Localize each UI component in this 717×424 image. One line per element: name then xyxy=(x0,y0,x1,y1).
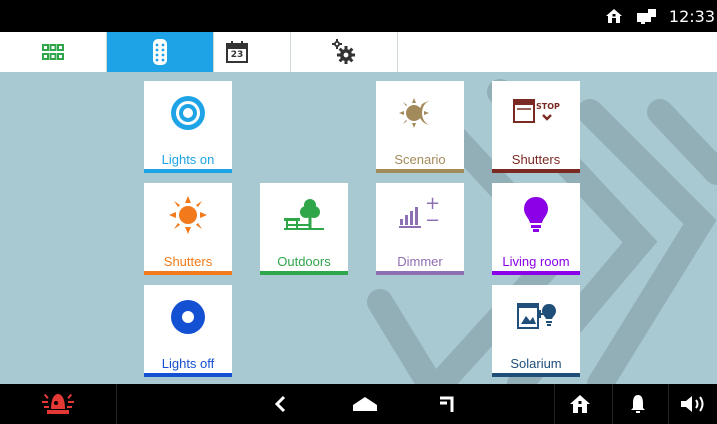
day-night-icon xyxy=(399,98,431,128)
tile-shutters-sun[interactable]: Shutters xyxy=(144,183,232,275)
tile-underline xyxy=(144,169,232,173)
tile-icon-wrap xyxy=(492,291,580,343)
calendar-day: 23 xyxy=(230,50,244,60)
tile-icon-wrap xyxy=(260,189,348,241)
house-icon xyxy=(570,395,590,413)
tile-underline xyxy=(376,271,464,275)
bulb-icon xyxy=(524,197,548,232)
tile-shutters-stop[interactable]: STOP Shutters xyxy=(492,81,580,173)
volume-icon xyxy=(681,396,704,412)
tab-apps[interactable] xyxy=(0,32,107,72)
back-button[interactable] xyxy=(260,384,300,424)
alarm-button[interactable] xyxy=(0,384,116,424)
tile-label: Solarium xyxy=(510,356,562,371)
tile-lights-off[interactable]: Lights off xyxy=(144,285,232,377)
tile-scenario[interactable]: Scenario xyxy=(376,81,464,173)
back-icon xyxy=(274,395,286,413)
tile-icon-wrap xyxy=(144,291,232,343)
volume-button[interactable] xyxy=(669,384,717,424)
tile-underline xyxy=(492,169,580,173)
recent-icon xyxy=(440,396,454,412)
status-bar: 12:33 xyxy=(0,0,717,32)
tile-icon-wrap xyxy=(144,87,232,139)
house-button[interactable] xyxy=(555,384,605,424)
tile-label: Dimmer xyxy=(397,254,443,269)
tile-underline xyxy=(260,271,348,275)
tile-icon-wrap: + − xyxy=(376,189,464,241)
notification-icon xyxy=(636,9,656,24)
solarium-icon xyxy=(517,303,556,329)
alarm-icon xyxy=(42,393,74,414)
grid-icon xyxy=(42,44,64,60)
tile-icon-wrap: STOP xyxy=(492,87,580,139)
tile-label: Shutters xyxy=(511,152,561,167)
recent-button[interactable] xyxy=(428,384,468,424)
tree-bench-icon xyxy=(284,199,324,230)
status-time: 12:33 xyxy=(668,6,715,26)
tile-label: Scenario xyxy=(394,152,446,167)
bottom-nav-bar xyxy=(0,384,717,424)
tile-label: Living room xyxy=(502,254,570,269)
tile-solarium[interactable]: Solarium xyxy=(492,285,580,377)
calendar-icon: 23 xyxy=(225,40,249,64)
dimmer-icon: + − xyxy=(397,193,443,233)
bell-icon xyxy=(631,395,645,413)
tile-outdoors[interactable]: Outdoors xyxy=(260,183,348,275)
tile-label: Outdoors xyxy=(277,254,331,269)
remote-control-panel: Lights on Scenario STOP Shutters Shutter… xyxy=(0,72,717,384)
tile-underline xyxy=(144,271,232,275)
tab-bar: 23 xyxy=(0,32,717,73)
remote-control-icon xyxy=(153,39,167,65)
tab-settings[interactable] xyxy=(291,32,398,72)
tile-icon-wrap xyxy=(492,189,580,241)
tile-dimmer[interactable]: + − Dimmer xyxy=(376,183,464,275)
status-icons: 12:33 xyxy=(605,0,717,32)
home-button[interactable] xyxy=(340,384,390,424)
bell-button[interactable] xyxy=(613,384,663,424)
shutter-stop-icon: STOP xyxy=(512,96,560,130)
sun-icon xyxy=(169,196,207,234)
dimmer-minus: − xyxy=(425,210,441,231)
tile-underline xyxy=(144,373,232,377)
tile-lights-on[interactable]: Lights on xyxy=(144,81,232,173)
tile-underline xyxy=(492,373,580,377)
home-icon xyxy=(353,397,377,411)
tile-living-room[interactable]: Living room xyxy=(492,183,580,275)
tile-label: Lights off xyxy=(161,356,215,371)
tile-underline xyxy=(376,169,464,173)
tile-label: Lights on xyxy=(161,152,215,167)
tile-underline xyxy=(492,271,580,275)
tile-label: Shutters xyxy=(163,254,213,269)
lights-off-icon xyxy=(171,300,205,334)
separator xyxy=(116,384,117,424)
tile-icon-wrap xyxy=(376,87,464,139)
home-icon xyxy=(605,9,622,23)
background-chevrons xyxy=(367,79,717,384)
lights-on-icon xyxy=(171,96,205,130)
stop-text: STOP xyxy=(536,102,560,111)
tile-icon-wrap xyxy=(144,189,232,241)
gears-icon xyxy=(332,39,355,64)
tab-calendar[interactable]: 23 xyxy=(184,32,291,72)
